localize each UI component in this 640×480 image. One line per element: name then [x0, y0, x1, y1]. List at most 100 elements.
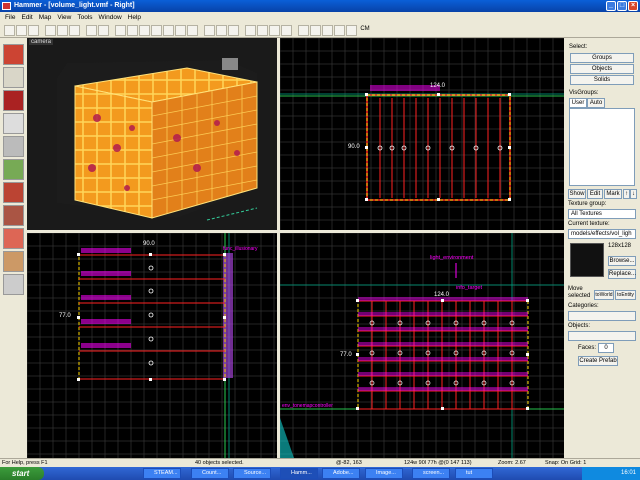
menu-help[interactable]: Help	[125, 14, 144, 21]
carve-icon[interactable]	[115, 24, 126, 36]
grid-larger-icon[interactable]	[228, 24, 239, 36]
side-viewport[interactable]: 90.0 77.0 func_illusionary	[27, 233, 277, 458]
group-icon[interactable]	[127, 24, 138, 36]
visgroups-list[interactable]	[569, 108, 635, 186]
texture-tool-icon[interactable]	[3, 159, 24, 180]
selection-icon[interactable]	[346, 24, 357, 36]
flat-icon[interactable]	[257, 24, 268, 36]
cut-icon[interactable]	[45, 24, 56, 36]
taskbar-item[interactable]: tut	[455, 468, 493, 479]
menu-file[interactable]: File	[2, 14, 18, 21]
menu-edit[interactable]: Edit	[18, 14, 35, 21]
check-map-icon[interactable]	[322, 24, 333, 36]
hammer-app-icon	[2, 2, 11, 10]
paste-icon[interactable]	[69, 24, 80, 36]
lightmap-icon[interactable]	[281, 24, 292, 36]
categories-select[interactable]	[568, 311, 636, 321]
entity-tool-icon[interactable]	[3, 113, 24, 134]
groups-button[interactable]: Groups	[570, 53, 634, 63]
grid-smaller-icon[interactable]	[216, 24, 227, 36]
vertex-tool-icon[interactable]	[3, 274, 24, 295]
move-up-icon[interactable]: ↑	[623, 189, 630, 199]
texture-group-select[interactable]: All Textures	[568, 209, 636, 219]
selection-count: 40 objects selected.	[195, 460, 244, 466]
close-button[interactable]: ×	[628, 1, 638, 11]
cordon-button[interactable]: CM	[358, 25, 372, 36]
camera-tool-icon[interactable]	[3, 90, 24, 111]
main-toolbar: CM	[0, 23, 640, 38]
redo-icon[interactable]	[98, 24, 109, 36]
taskbar-item[interactable]: Hamm...	[280, 468, 318, 479]
tonemap-label: env_tonemapcontroller	[282, 403, 333, 409]
taskbar-item[interactable]: STEAM...	[143, 468, 181, 479]
help-hint: For Help, press F1	[2, 460, 48, 466]
to-entity-button[interactable]: toEntity	[615, 290, 636, 300]
apply-texture-icon[interactable]	[3, 182, 24, 203]
width-dimension-label: 90.0	[143, 241, 155, 247]
objects-button[interactable]: Objects	[570, 64, 634, 74]
menu-map[interactable]: Map	[36, 14, 55, 21]
maximize-button[interactable]: □	[617, 1, 627, 11]
minimize-button[interactable]: _	[606, 1, 616, 11]
categories-label: Categories:	[568, 303, 599, 309]
wireframe-icon[interactable]	[245, 24, 256, 36]
width-dimension-label: 124.0	[430, 83, 446, 89]
edit-button[interactable]: Edit	[587, 189, 603, 199]
front-viewport[interactable]: light_environment info_target 124.0 77.0…	[280, 233, 564, 458]
overlay-tool-icon[interactable]	[3, 228, 24, 249]
current-texture-select[interactable]: models/effects/vol_ligh	[568, 229, 636, 239]
height-dimension-label: 77.0	[340, 352, 352, 358]
browse-button[interactable]: Browse...	[608, 256, 636, 266]
copy-icon[interactable]	[57, 24, 68, 36]
save-file-icon[interactable]	[28, 24, 39, 36]
entity-report-icon[interactable]	[310, 24, 321, 36]
magnify-tool-icon[interactable]	[3, 67, 24, 88]
selection-tool-icon[interactable]	[3, 44, 24, 65]
clock: 16:01	[620, 470, 636, 476]
to-world-button[interactable]: toWorld	[594, 290, 614, 300]
start-button[interactable]: start	[0, 467, 44, 480]
ungroup-icon[interactable]	[139, 24, 150, 36]
tie-to-entity-icon[interactable]	[175, 24, 186, 36]
taskbar-item[interactable]: Source...	[233, 468, 271, 479]
texture-size: 128x128	[608, 243, 632, 249]
textured-icon[interactable]	[269, 24, 280, 36]
object-properties-panel: Select: Groups Objects Solids VisGroups:…	[564, 38, 640, 458]
mark-button[interactable]: Mark	[604, 189, 622, 199]
open-file-icon[interactable]	[16, 24, 27, 36]
taskbar-item[interactable]: Adobe...	[322, 468, 360, 479]
faces-input[interactable]: 0	[598, 343, 614, 353]
taskbar-item[interactable]: Image...	[365, 468, 403, 479]
move-to-world-icon[interactable]	[187, 24, 198, 36]
top-2d-view	[280, 38, 564, 230]
tab-auto[interactable]: Auto	[587, 98, 605, 108]
menu-window[interactable]: Window	[96, 14, 125, 21]
block-tool-icon[interactable]	[3, 136, 24, 157]
objects-select[interactable]	[568, 331, 636, 341]
taskbar-item[interactable]: Count...	[191, 468, 229, 479]
faces-label: Faces:	[578, 345, 597, 351]
tab-user[interactable]: User	[569, 98, 587, 108]
show-button[interactable]: Show	[568, 189, 586, 199]
unhide-icon[interactable]	[163, 24, 174, 36]
texture-preview	[570, 243, 604, 277]
decal-tool-icon[interactable]	[3, 205, 24, 226]
top-viewport[interactable]: 124.0 90.0	[280, 38, 564, 230]
menu-view[interactable]: View	[54, 14, 74, 21]
replace-button[interactable]: Replace...	[608, 269, 636, 279]
move-down-icon[interactable]: ↓	[630, 189, 637, 199]
camera-viewport[interactable]: camera	[27, 38, 277, 230]
clip-tool-icon[interactable]	[3, 251, 24, 272]
grid-toggle-icon[interactable]	[204, 24, 215, 36]
undo-icon[interactable]	[86, 24, 97, 36]
taskbar-item[interactable]: screen...	[412, 468, 450, 479]
snap-grid: Snap: On Grid: 1	[545, 460, 587, 466]
new-file-icon[interactable]	[4, 24, 15, 36]
settings-icon[interactable]	[334, 24, 345, 36]
menu-tools[interactable]: Tools	[74, 14, 95, 21]
solids-button[interactable]: Solids	[570, 75, 634, 85]
run-map-icon[interactable]	[298, 24, 309, 36]
hide-icon[interactable]	[151, 24, 162, 36]
create-prefab-button[interactable]: Create Prefab	[578, 356, 618, 366]
zoom-level: Zoom: 2.67	[498, 460, 526, 466]
